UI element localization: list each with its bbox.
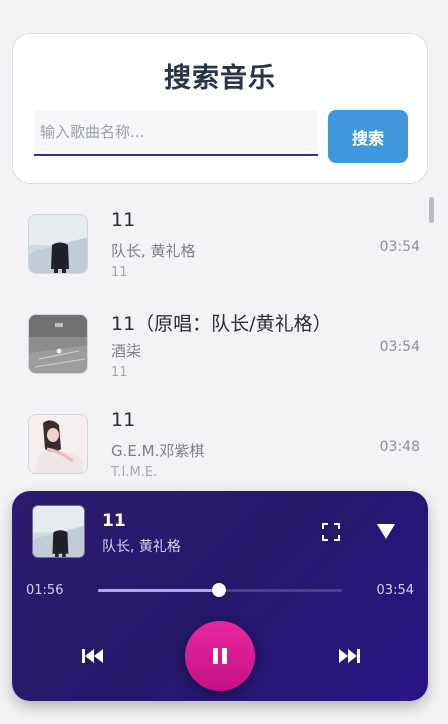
results-list: 11 队长, 黄礼格 11 03:54 11（原唱：队长/黄礼格） 酒柒 11 (0, 198, 448, 498)
progress-slider[interactable] (98, 583, 342, 597)
search-input-wrap (34, 110, 318, 156)
fullscreen-icon[interactable] (321, 522, 341, 542)
search-button[interactable]: 搜索 (328, 110, 408, 163)
song-album: 11 (111, 265, 128, 280)
song-duration: 03:54 (379, 239, 420, 255)
results-scrollbar[interactable] (429, 197, 434, 223)
progress-thumb[interactable] (212, 583, 227, 597)
song-album: 11 (111, 365, 128, 380)
search-input[interactable] (34, 110, 318, 154)
pause-button[interactable] (185, 621, 255, 691)
mini-player: 11 队长, 黄礼格 01:56 03:54 (12, 491, 428, 701)
list-item[interactable]: 11（原唱：队长/黄礼格） 酒柒 11 03:54 (0, 298, 430, 394)
total-time: 03:54 (376, 583, 414, 598)
page-title: 搜索音乐 (164, 63, 276, 94)
list-item[interactable]: 11 队长, 黄礼格 11 03:54 (0, 198, 430, 294)
album-cover (28, 214, 88, 274)
current-time: 01:56 (26, 583, 64, 598)
song-duration: 03:54 (379, 339, 420, 355)
music-app: 搜索音乐 搜索 11 队长, 黄礼格 11 03:54 (0, 0, 448, 724)
song-title: 11 (111, 409, 136, 431)
next-track-icon[interactable] (336, 646, 362, 666)
song-duration: 03:48 (379, 439, 420, 455)
song-title: 11 (111, 209, 136, 231)
player-song-title: 11 (102, 511, 126, 531)
progress-fill (98, 589, 220, 592)
song-title: 11（原唱：队长/黄礼格） (111, 313, 332, 335)
player-song-artist: 队长, 黄礼格 (102, 539, 181, 555)
search-card: 搜索音乐 搜索 (12, 33, 428, 184)
player-album-cover (32, 505, 85, 558)
list-item[interactable]: 11 G.E.M.邓紫棋 T.I.M.E. 03:48 (0, 398, 430, 494)
song-album: T.I.M.E. (111, 465, 158, 480)
song-artist: 酒柒 (111, 342, 142, 360)
pause-icon (213, 648, 227, 664)
chevron-down-icon[interactable] (374, 520, 398, 542)
song-artist: 队长, 黄礼格 (111, 242, 196, 260)
previous-track-icon[interactable] (80, 646, 106, 666)
album-cover (28, 314, 88, 374)
song-artist: G.E.M.邓紫棋 (111, 442, 205, 460)
album-cover (28, 414, 88, 474)
